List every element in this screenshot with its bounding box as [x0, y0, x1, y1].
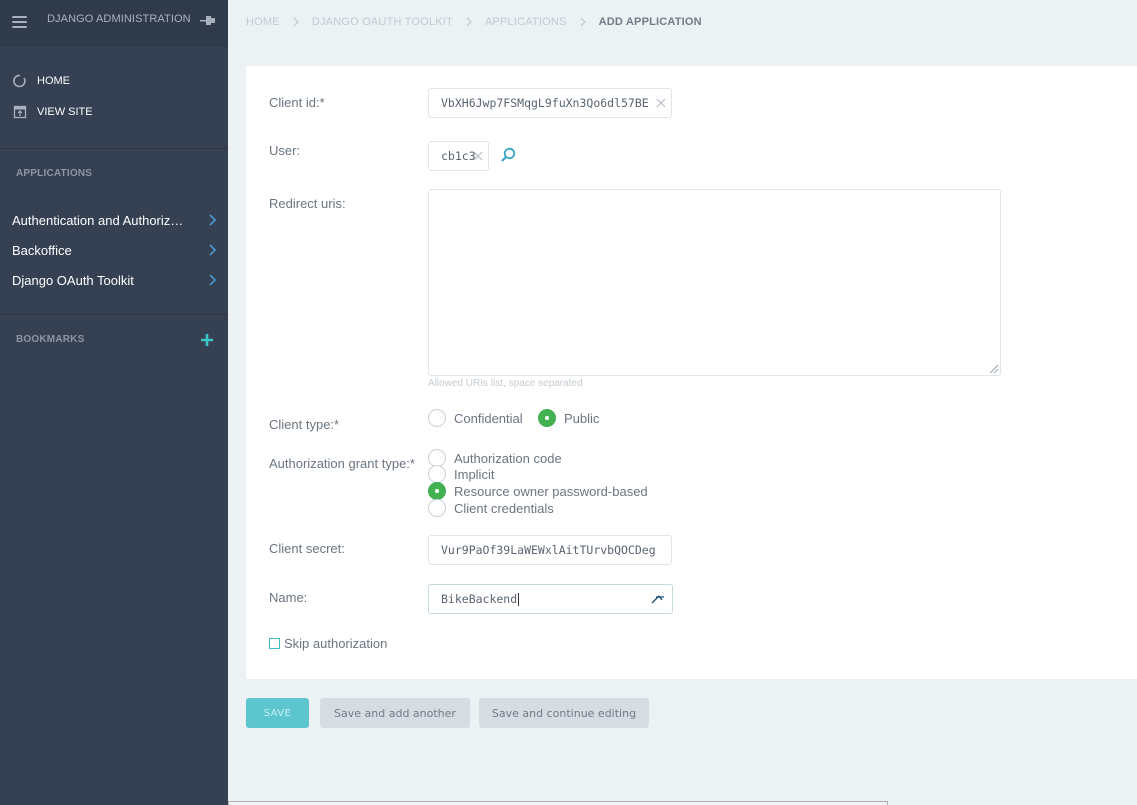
breadcrumb-home[interactable]: HOME [246, 16, 280, 28]
chevron-right-icon [209, 244, 217, 256]
horizontal-scrollbar[interactable] [228, 801, 888, 805]
sidebar-app-label: Backoffice [12, 242, 72, 258]
radio-circle [428, 499, 446, 517]
save-and-continue-button[interactable]: Save and continue editing [479, 698, 649, 728]
save-and-add-another-button[interactable]: Save and add another [320, 698, 470, 728]
sidebar-app-label: Authentication and Authorization [12, 212, 190, 228]
chevron-right-icon [580, 17, 586, 27]
client-secret-value: Vur9PaOf39LaWEWxlAitTUrvbQOCDeg [441, 543, 656, 557]
sidebar-app-auth[interactable]: Authentication and Authorization [12, 210, 217, 230]
save-button[interactable]: SAVE [246, 698, 309, 728]
sidebar-link-label: VIEW SITE [37, 106, 93, 118]
resize-handle-icon[interactable] [987, 362, 999, 374]
redirect-uris-textarea[interactable] [428, 189, 1001, 376]
radio-client-credentials[interactable]: Client credentials [428, 499, 554, 517]
radio-circle-selected [538, 409, 556, 427]
breadcrumb-oauth-toolkit[interactable]: DJANGO OAUTH TOOLKIT [312, 16, 453, 28]
breadcrumb-current: ADD APPLICATION [598, 16, 702, 28]
radio-circle [428, 465, 446, 483]
clear-icon[interactable] [650, 593, 666, 605]
radio-label: Public [564, 410, 600, 426]
user-label: User: [269, 143, 301, 158]
radio-label: Authorization code [454, 450, 562, 466]
redirect-uris-label: Redirect uris: [269, 196, 346, 211]
client-type-label: Client type:* [269, 417, 340, 432]
breadcrumb: HOME DJANGO OAUTH TOOLKIT APPLICATIONS A… [246, 16, 702, 28]
clear-icon[interactable] [472, 150, 484, 162]
sidebar-app-oauth-toolkit[interactable]: Django OAuth Toolkit [12, 270, 217, 290]
sidebar: DJANGO ADMINISTRATION HOME VIEW SITE APP… [0, 0, 228, 805]
sidebar-app-backoffice[interactable]: Backoffice [12, 240, 217, 260]
client-id-value: VbXH6Jwp7FSMqgL9fuXn3Qo6dl57BE [441, 96, 649, 110]
clear-icon[interactable] [655, 97, 667, 109]
name-value: BikeBackend [441, 592, 518, 606]
breadcrumb-applications[interactable]: APPLICATIONS [485, 16, 567, 28]
checkbox-box [269, 638, 280, 649]
radio-label: Confidential [454, 410, 523, 426]
sidebar-divider [0, 148, 228, 149]
client-id-label: Client id:* [269, 95, 325, 110]
name-label: Name: [269, 590, 308, 605]
client-secret-input[interactable]: Vur9PaOf39LaWEWxlAitTUrvbQOCDeg [428, 535, 672, 565]
chevron-right-icon [209, 274, 217, 286]
applications-header: APPLICATIONS [16, 168, 93, 179]
sidebar-link-home[interactable]: HOME [12, 71, 70, 91]
chevron-right-icon [466, 17, 472, 27]
bookmarks-header: BOOKMARKS [16, 334, 85, 345]
sidebar-app-label: Django OAuth Toolkit [12, 272, 134, 288]
sidebar-divider [0, 314, 228, 315]
client-secret-label: Client secret: [269, 541, 345, 556]
radio-label: Implicit [454, 466, 495, 482]
home-circle-icon [12, 73, 28, 89]
chevron-right-icon [209, 214, 217, 226]
add-bookmark-icon[interactable] [200, 333, 214, 347]
grant-type-label: Authorization grant type:* [269, 456, 415, 471]
sidebar-header: DJANGO ADMINISTRATION [0, 0, 228, 47]
radio-public[interactable]: Public [538, 409, 599, 427]
search-icon[interactable] [500, 147, 516, 163]
user-input[interactable]: cb1c3 [428, 141, 489, 171]
sidebar-link-view-site[interactable]: VIEW SITE [12, 102, 93, 122]
skip-authorization-checkbox[interactable]: Skip authorization [269, 636, 387, 651]
site-title[interactable]: DJANGO ADMINISTRATION [47, 13, 191, 25]
radio-label: Resource owner password-based [454, 483, 648, 499]
pin-icon[interactable] [199, 14, 217, 28]
radio-circle [428, 409, 446, 427]
radio-confidential[interactable]: Confidential [428, 409, 523, 427]
user-value: cb1c3 [441, 149, 476, 163]
radio-implicit[interactable]: Implicit [428, 465, 494, 483]
checkbox-label: Skip authorization [284, 636, 388, 651]
sidebar-link-label: HOME [37, 75, 70, 87]
name-input[interactable]: BikeBackend [428, 584, 673, 614]
radio-circle-selected [428, 482, 446, 500]
client-id-input[interactable]: VbXH6Jwp7FSMqgL9fuXn3Qo6dl57BE [428, 88, 672, 118]
redirect-uris-help: Allowed URIs list, space separated [428, 378, 583, 389]
chevron-right-icon [293, 17, 299, 27]
radio-label: Client credentials [454, 500, 554, 516]
menu-icon[interactable] [12, 16, 27, 28]
view-site-icon [12, 104, 28, 120]
radio-password[interactable]: Resource owner password-based [428, 482, 648, 500]
text-cursor [518, 592, 520, 606]
